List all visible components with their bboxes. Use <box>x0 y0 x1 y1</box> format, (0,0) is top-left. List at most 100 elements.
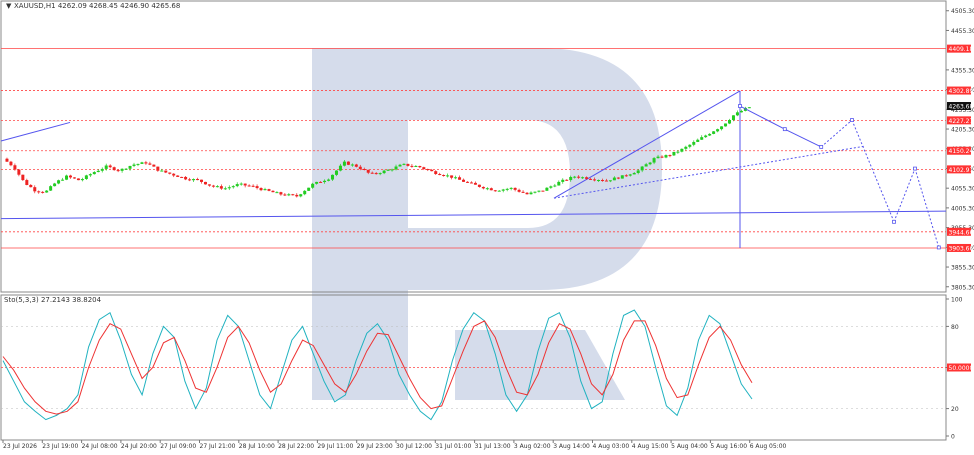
candle-body <box>581 177 585 179</box>
candle-body <box>287 194 291 196</box>
candle-body <box>291 194 295 196</box>
candle-body <box>215 186 219 188</box>
candle-body <box>72 177 76 179</box>
candle-body <box>323 180 327 183</box>
candle-body <box>509 187 513 189</box>
candle-body <box>160 170 164 172</box>
time-label: 5 Aug 04:00 <box>671 443 708 450</box>
candle-body <box>176 175 180 177</box>
candle-body <box>593 179 597 181</box>
candle-body <box>620 175 624 179</box>
candle-body <box>577 176 581 178</box>
candle-body <box>21 174 25 181</box>
candle-body <box>541 190 545 192</box>
level-label: 4102.97 <box>949 167 974 174</box>
candle-body <box>644 164 648 167</box>
candle-body <box>704 135 708 138</box>
symbol-info: XAUUSD,H1 4262.09 4268.45 4246.90 4265.6… <box>14 2 180 10</box>
time-label: 23 Jul 2026 <box>3 443 37 450</box>
candle-body <box>700 137 704 140</box>
candle-body <box>188 179 192 181</box>
time-label: 29 Jul 11:00 <box>317 443 353 450</box>
candle-body <box>481 186 485 189</box>
time-label: 4 Aug 15:00 <box>632 443 669 450</box>
time-label: 4 Aug 03:00 <box>593 443 630 450</box>
candle-body <box>454 177 458 179</box>
level-label: 4227.27 <box>949 118 974 125</box>
candle-body <box>156 166 160 171</box>
forecast-node <box>782 127 787 132</box>
candle-body <box>267 189 271 191</box>
candle-body <box>112 167 116 171</box>
candle-body <box>600 180 604 182</box>
level-label: 3903.66 <box>949 245 974 252</box>
candle-body <box>489 188 493 191</box>
candle-body <box>25 180 29 185</box>
level-label: 4302.89 <box>949 88 974 95</box>
candle-body <box>533 191 537 193</box>
candle-body <box>96 170 100 173</box>
candle-body <box>616 177 620 179</box>
candle-body <box>29 184 33 188</box>
candle-body <box>132 164 136 166</box>
osc-level-label: 50.0000 <box>949 365 974 372</box>
candle-body <box>231 186 235 188</box>
candle-body <box>716 129 720 132</box>
candle-body <box>493 190 497 192</box>
candle-body <box>469 182 473 184</box>
candle-body <box>184 176 188 180</box>
candle-body <box>199 179 203 182</box>
candle-body <box>108 165 112 168</box>
price-tick-label: 4505.30 <box>951 8 974 15</box>
candle-body <box>338 165 342 171</box>
candle-body <box>680 148 684 152</box>
candle-body <box>57 180 61 184</box>
candle-body <box>148 163 152 165</box>
candle-body <box>390 169 394 171</box>
candle-body <box>501 189 505 191</box>
current-price-label: 4263.68 <box>949 104 974 111</box>
forecast-node <box>738 104 742 108</box>
candle-body <box>120 168 124 171</box>
candle-body <box>49 186 53 191</box>
time-axis[interactable]: 23 Jul 2026 23 Jul 19:00 24 Jul 08:00 24 Ju… <box>2 440 787 450</box>
candle-body <box>521 191 525 193</box>
candle-body <box>136 163 140 165</box>
forecast-segment <box>820 119 853 148</box>
candle-body <box>61 179 65 181</box>
forecast-path <box>738 104 941 250</box>
candle-body <box>331 174 335 180</box>
dropdown-arrow-icon[interactable]: ▼ <box>6 2 12 10</box>
candle-body <box>307 187 311 191</box>
candle-body <box>529 192 533 195</box>
candle-body <box>124 168 128 170</box>
candle-body <box>100 168 104 171</box>
candle-body <box>394 166 398 170</box>
time-label: 30 Jul 12:00 <box>396 443 432 450</box>
candle-body <box>636 170 640 173</box>
candle-body <box>386 169 390 171</box>
osc-tick-label: 20 <box>951 406 959 413</box>
candle-body <box>712 131 716 134</box>
candle-body <box>442 175 446 177</box>
candle-body <box>525 192 529 195</box>
candle-body <box>180 176 184 178</box>
candle-body <box>747 107 751 109</box>
candle-body <box>140 162 144 164</box>
time-label: 5 Aug 16:00 <box>710 443 747 450</box>
candle-body <box>731 115 735 121</box>
candle-body <box>505 188 509 190</box>
candle-body <box>358 166 362 169</box>
candle-body <box>648 162 652 165</box>
candle-body <box>144 162 148 164</box>
watermark-logo <box>312 48 662 400</box>
candle-body <box>692 141 696 145</box>
candle-body <box>656 156 660 159</box>
candle-body <box>604 180 608 182</box>
candle-body <box>211 185 215 187</box>
time-label: 24 Jul 08:00 <box>82 443 118 450</box>
candle-body <box>104 165 108 169</box>
candle-body <box>350 164 354 166</box>
time-label: 6 Aug 05:00 <box>750 443 787 450</box>
candle-body <box>632 172 636 175</box>
